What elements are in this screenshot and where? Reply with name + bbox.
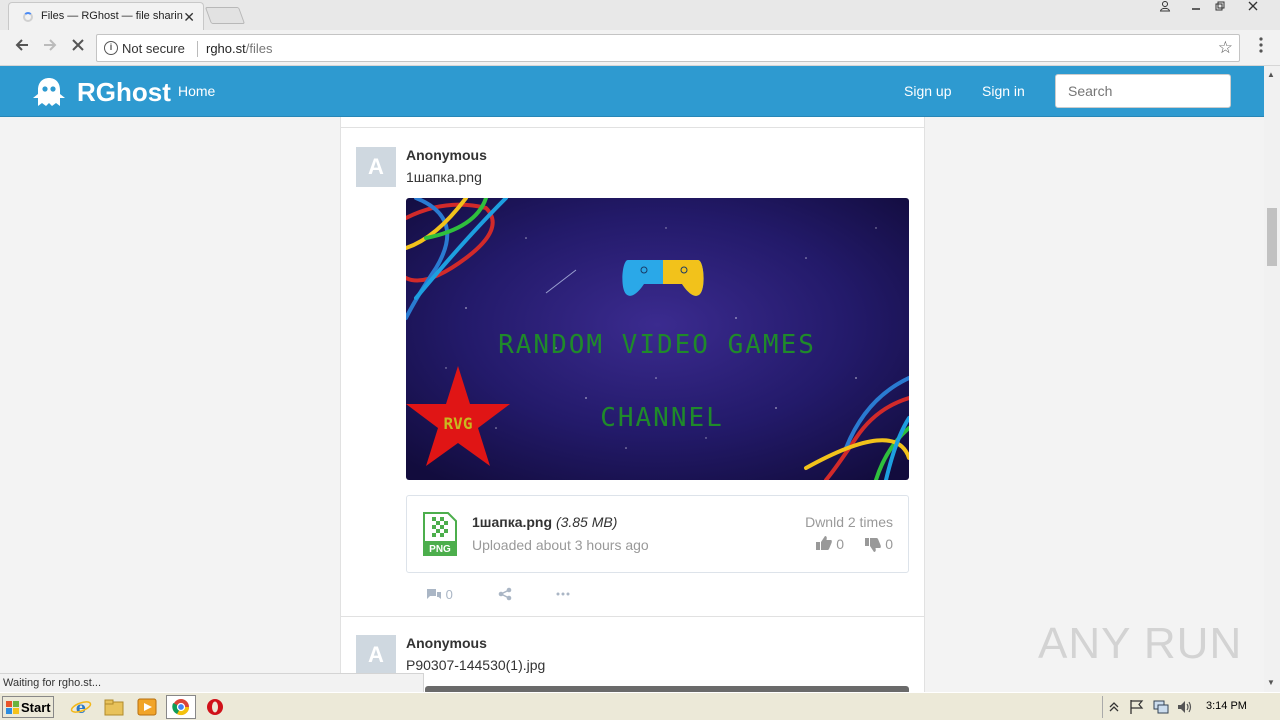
back-arrow-icon[interactable] bbox=[10, 36, 34, 60]
file-icon-label: PNG bbox=[429, 544, 451, 555]
close-window-icon[interactable] bbox=[1240, 0, 1266, 18]
post-author[interactable]: Anonymous bbox=[406, 635, 487, 651]
comments-count: 0 bbox=[445, 587, 453, 602]
scrollbar-thumb[interactable] bbox=[1267, 208, 1277, 266]
restore-window-icon[interactable] bbox=[1207, 0, 1233, 18]
action-center-flag-icon[interactable] bbox=[1128, 697, 1146, 717]
feed-divider bbox=[341, 127, 924, 128]
anyrun-watermark: ANY RUN bbox=[1038, 610, 1241, 670]
tray-expand-icon[interactable] bbox=[1108, 697, 1120, 717]
internet-explorer-icon[interactable]: e bbox=[70, 697, 92, 717]
sign-in-link[interactable]: Sign in bbox=[982, 83, 1025, 99]
browser-status-text: Waiting for rgho.st... bbox=[0, 673, 424, 692]
thumbs-up-icon bbox=[816, 536, 833, 550]
media-player-icon[interactable] bbox=[136, 697, 158, 717]
tab-close-icon[interactable]: ✕ bbox=[183, 9, 195, 26]
file-card[interactable]: PNG 1шапка.png (3.85 MB) Uploaded about … bbox=[406, 495, 909, 573]
stop-loading-icon[interactable] bbox=[66, 36, 90, 60]
sign-up-link[interactable]: Sign up bbox=[904, 83, 951, 99]
tab-strip: Files — RGhost — file sharin ✕ bbox=[0, 0, 1280, 30]
post-filename[interactable]: 1шапка.png bbox=[406, 169, 482, 185]
taskbar-clock[interactable]: 3:14 PM bbox=[1206, 700, 1247, 712]
image-preview[interactable]: RANDOM VIDEO GAMES CHANNEL RVG bbox=[406, 198, 909, 480]
user-profile-icon[interactable] bbox=[1152, 0, 1178, 18]
scroll-down-icon[interactable]: ▼ bbox=[1267, 678, 1275, 687]
thumbs-down-icon bbox=[865, 538, 882, 552]
nav-home-link[interactable]: Home bbox=[178, 83, 215, 99]
post-divider bbox=[341, 616, 924, 617]
forward-arrow-icon[interactable] bbox=[38, 36, 62, 60]
bookmark-star-icon[interactable]: ☆ bbox=[1218, 38, 1233, 58]
windows-flag-icon bbox=[6, 701, 19, 714]
start-label: Start bbox=[21, 700, 51, 715]
url-host: rgho.st bbox=[206, 41, 246, 56]
url-text[interactable]: rgho.st/files bbox=[206, 41, 272, 56]
ghost-logo-icon[interactable] bbox=[32, 76, 66, 108]
security-label[interactable]: Not secure bbox=[122, 41, 185, 56]
file-card-name[interactable]: 1шапка.png (3.85 MB) bbox=[472, 514, 617, 530]
new-tab-button[interactable] bbox=[204, 7, 246, 24]
info-icon[interactable]: i bbox=[104, 41, 118, 55]
scroll-up-icon[interactable]: ▲ bbox=[1267, 70, 1275, 79]
omnibox-divider bbox=[197, 41, 198, 57]
file-card-uploaded: Uploaded about 3 hours ago bbox=[472, 537, 649, 553]
like-button[interactable]: 0 bbox=[816, 536, 844, 552]
avatar[interactable]: A bbox=[356, 147, 396, 187]
file-explorer-icon[interactable] bbox=[103, 697, 125, 717]
tray-divider bbox=[1102, 696, 1103, 718]
more-options-button[interactable] bbox=[556, 587, 570, 602]
chrome-icon bbox=[172, 699, 190, 716]
avatar[interactable]: A bbox=[356, 635, 396, 675]
file-card-name-text: 1шапка.png bbox=[472, 514, 553, 530]
preview-title-text: RANDOM VIDEO GAMES bbox=[498, 330, 816, 360]
volume-icon[interactable] bbox=[1176, 697, 1194, 717]
chrome-taskbar-button[interactable] bbox=[166, 695, 196, 719]
address-bar[interactable]: i Not secure rgho.st/files ☆ bbox=[96, 34, 1240, 62]
opera-icon[interactable] bbox=[204, 697, 226, 717]
feed-column: A Anonymous 1шапка.png RANDOM VIDEO GAME… bbox=[340, 117, 925, 692]
dislike-count: 0 bbox=[885, 536, 893, 552]
comments-button[interactable]: 0 bbox=[426, 587, 453, 602]
browser-tab[interactable]: Files — RGhost — file sharin ✕ bbox=[8, 2, 204, 30]
site-header: RGhost Home Sign up Sign in bbox=[0, 66, 1264, 117]
png-file-icon: PNG bbox=[423, 512, 457, 556]
network-icon[interactable] bbox=[1152, 697, 1170, 717]
loading-spinner-icon bbox=[23, 12, 33, 22]
share-button[interactable] bbox=[498, 587, 512, 602]
like-count: 0 bbox=[836, 536, 844, 552]
watermark-text: ANY RUN bbox=[1038, 619, 1238, 668]
preview-subtitle-text: CHANNEL bbox=[600, 403, 724, 433]
comments-icon bbox=[427, 589, 441, 599]
more-dots-icon bbox=[556, 592, 570, 596]
post-filename[interactable]: P90307-144530(1).jpg bbox=[406, 657, 545, 673]
site-logo-text[interactable]: RGhost bbox=[77, 77, 171, 108]
page-scrollbar[interactable]: ▲ ▼ bbox=[1264, 66, 1280, 692]
browser-menu-icon[interactable] bbox=[1258, 36, 1264, 54]
windows-taskbar: Start e 3:14 PM bbox=[0, 692, 1280, 720]
share-icon bbox=[498, 587, 512, 601]
file-card-size: (3.85 MB) bbox=[555, 514, 618, 530]
minimize-window-icon[interactable] bbox=[1183, 0, 1209, 18]
browser-toolbar: i Not secure rgho.st/files ☆ bbox=[0, 30, 1280, 66]
search-input[interactable] bbox=[1055, 74, 1231, 108]
dislike-button[interactable]: 0 bbox=[865, 536, 893, 552]
start-button[interactable]: Start bbox=[2, 696, 54, 718]
url-path: /files bbox=[245, 41, 273, 56]
svg-text:e: e bbox=[76, 698, 86, 717]
preview-badge-text: RVG bbox=[444, 414, 473, 433]
download-count: Dwnld 2 times bbox=[805, 514, 893, 530]
post-author[interactable]: Anonymous bbox=[406, 147, 487, 163]
tab-title: Files — RGhost — file sharin bbox=[41, 10, 183, 22]
